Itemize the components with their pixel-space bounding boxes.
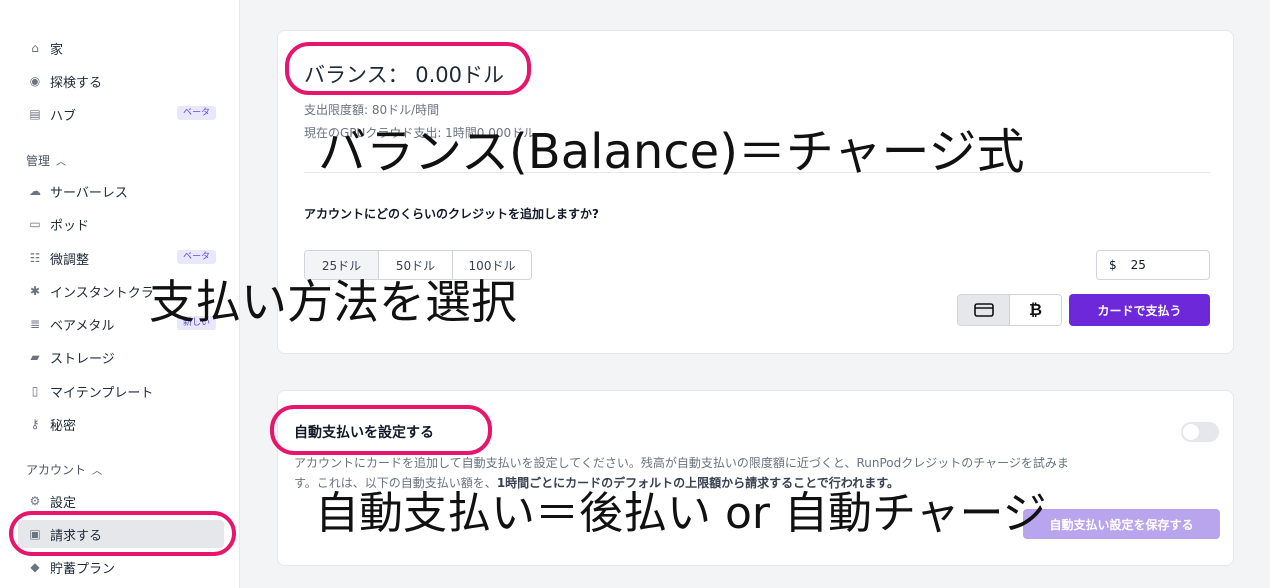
sliders-icon: ☷ xyxy=(29,251,41,265)
sidebar-item-label: インスタントクラ xyxy=(50,285,154,301)
home-icon: ⌂ xyxy=(31,41,39,55)
payment-annotation: 支払い方法を選択 xyxy=(149,275,517,329)
sidebar-item-label: 秘密 xyxy=(50,418,77,434)
chevron-up-icon: ︿ xyxy=(92,466,103,477)
crypto-option[interactable]: ₿ xyxy=(1010,295,1061,325)
save-autopay-button[interactable]: 自動支払い設定を保存する xyxy=(1023,509,1220,539)
desc-line: アカウントにカードを追加して自動支払いを設定してください。残高が自動支払いの限度… xyxy=(294,456,1069,470)
template-icon: ▯ xyxy=(31,384,39,398)
sidebar-item-label: 微調整 xyxy=(50,252,90,268)
card-option[interactable] xyxy=(958,295,1010,325)
sidebar-item-label: 貯蓄プラン xyxy=(50,561,116,577)
sidebar-item-label: マイテンプレート xyxy=(50,385,154,401)
sidebar-item-storage[interactable]: ▰ ストレージ xyxy=(18,343,224,371)
server-icon: ≣ xyxy=(29,317,41,331)
tag-icon: ◆ xyxy=(30,560,40,574)
bitcoin-icon: ₿ xyxy=(1028,300,1043,319)
amount-value: 25 xyxy=(1130,258,1146,272)
gear-icon: ⚙ xyxy=(29,494,41,508)
sidebar-item-label: ハブ xyxy=(50,108,77,124)
compass-icon: ◉ xyxy=(29,74,41,88)
sidebar-item-secrets[interactable]: ⚷ 秘密 xyxy=(18,410,224,438)
autopay-annotation: 自動支払い＝後払い or 自動チャージ xyxy=(315,488,1047,539)
cloud-icon: ☁ xyxy=(29,184,41,198)
sidebar-item-savings-plans[interactable]: ◆ 貯蓄プラン xyxy=(18,553,224,581)
sidebar-item-label: 家 xyxy=(50,42,64,58)
sidebar-item-serverless[interactable]: ☁ サーバーレス xyxy=(18,177,224,205)
sidebar-item-pods[interactable]: ▭ ポッド xyxy=(18,210,224,238)
sidebar-item-explore[interactable]: ◉ 探検する xyxy=(18,67,224,95)
highlight-balance xyxy=(285,42,531,95)
sidebar-item-label: サーバーレス xyxy=(50,185,128,201)
section-label: 管理 xyxy=(26,154,51,168)
sidebar-item-label: ベアメタル xyxy=(50,318,115,334)
currency-symbol: $ xyxy=(1109,258,1117,272)
amount-input[interactable]: $ 25 xyxy=(1096,250,1210,280)
credit-question: アカウントにどのくらいのクレジットを追加しますか? xyxy=(304,207,599,221)
sidebar-item-label: 設定 xyxy=(50,495,77,511)
toggle-knob xyxy=(1183,424,1199,440)
pay-with-card-button[interactable]: カードで支払う xyxy=(1069,294,1210,326)
sidebar-item-label: 探検する xyxy=(50,75,103,91)
cluster-icon: ✱ xyxy=(29,284,41,298)
highlight-autopay xyxy=(270,405,492,455)
autopay-toggle[interactable] xyxy=(1181,422,1219,442)
sidebar-item-my-templates[interactable]: ▯ マイテンプレート xyxy=(18,377,224,405)
sidebar-item-label: ストレージ xyxy=(50,351,115,367)
balance-annotation: バランス(Balance)＝チャージ式 xyxy=(318,124,1025,180)
store-icon: ▤ xyxy=(29,107,41,121)
manage-section-header[interactable]: 管理 ︿ xyxy=(26,152,66,169)
key-icon: ⚷ xyxy=(30,417,40,431)
monitor-icon: ▭ xyxy=(29,217,41,231)
payment-method-toggle: ₿ xyxy=(957,294,1062,326)
sidebar-item-hub[interactable]: ▤ ハブ ベータ xyxy=(18,100,224,128)
section-label: アカウント xyxy=(26,463,87,477)
highlight-billing xyxy=(9,511,236,556)
chevron-up-icon: ︿ xyxy=(56,157,67,168)
beta-badge: ベータ xyxy=(176,250,216,264)
credit-card-icon xyxy=(973,303,994,317)
sidebar-item-home[interactable]: ⌂ 家 xyxy=(18,34,224,62)
sidebar-item-label: ポッド xyxy=(50,218,90,234)
beta-badge: ベータ xyxy=(176,106,216,120)
account-section-header[interactable]: アカウント ︿ xyxy=(26,461,102,478)
folder-icon: ▰ xyxy=(30,350,40,364)
